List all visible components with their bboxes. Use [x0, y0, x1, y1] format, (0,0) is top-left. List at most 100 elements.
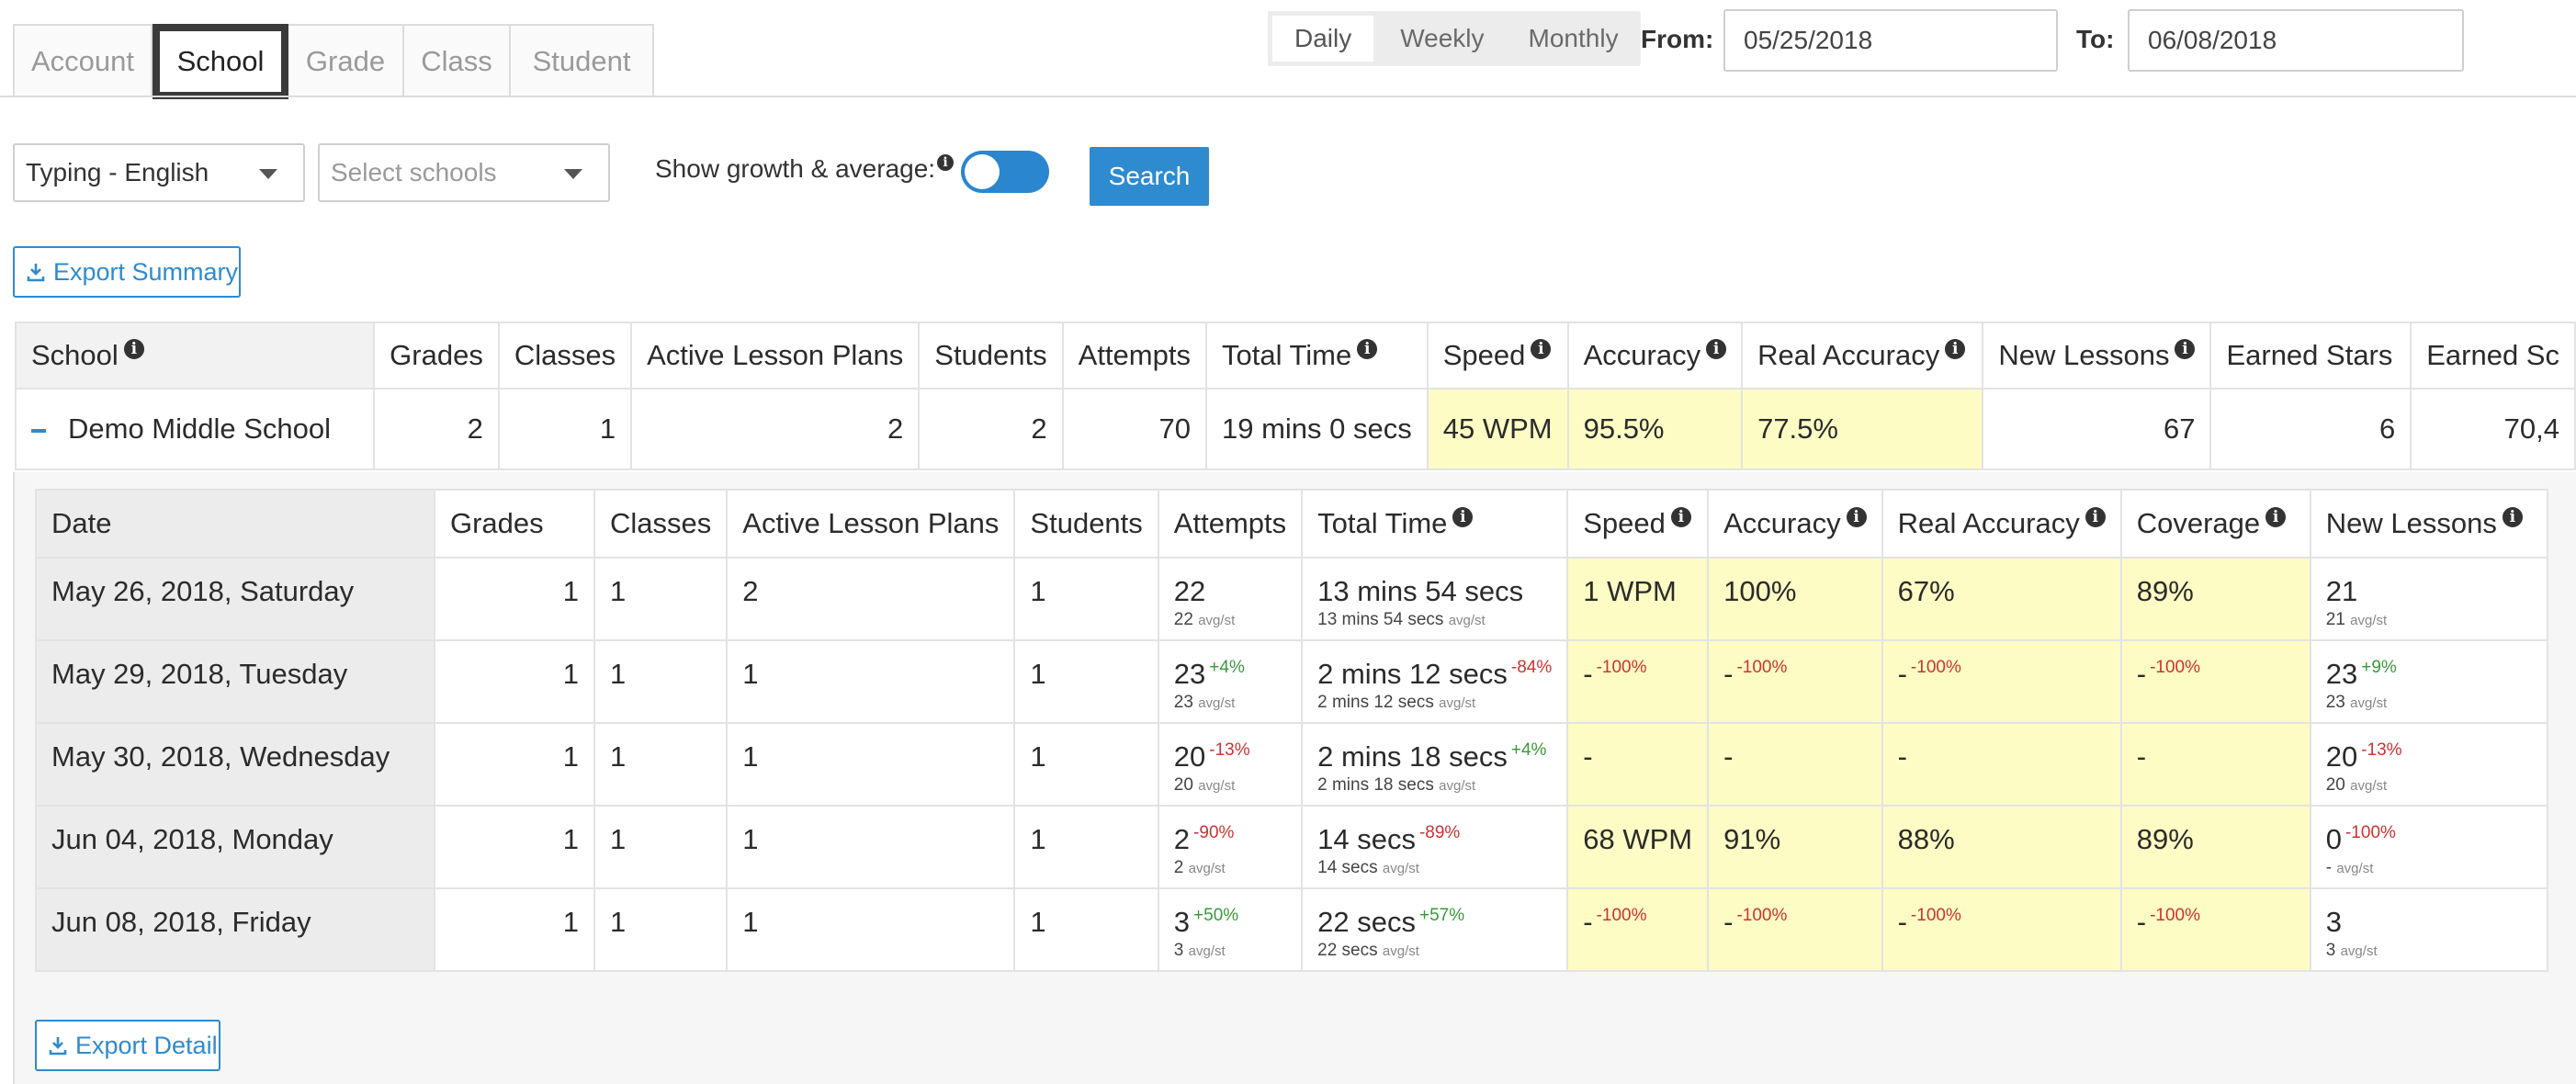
attempts-value: 20 — [1173, 740, 1206, 773]
caret-down-icon — [564, 169, 582, 179]
tab-school[interactable]: School — [153, 24, 288, 99]
col-new-lessons[interactable]: New Lessons i — [1982, 322, 2212, 390]
tab-account[interactable]: Account — [15, 26, 153, 97]
attempts-delta: -13% — [1209, 740, 1250, 760]
speed-value: 1 WPM — [1583, 575, 1677, 607]
speed-cell: 1 WPM — [1566, 557, 1710, 641]
dcol-active-lesson-plans[interactable]: Active Lesson Plans — [726, 489, 1016, 559]
info-icon[interactable]: i — [1670, 507, 1691, 527]
export-summary-button[interactable]: Export Summary — [13, 246, 241, 298]
info-icon[interactable]: i — [2175, 339, 2196, 359]
time-cell: 13 mins 54 secs 13 mins 54 secs avg/st — [1301, 557, 1569, 641]
info-icon[interactable]: i — [1945, 339, 1966, 359]
info-icon[interactable]: i — [2502, 507, 2523, 527]
growth-toggle[interactable] — [961, 151, 1049, 193]
real-accuracy-delta: -100% — [1910, 906, 1961, 925]
coverage-value: 89% — [2136, 575, 2194, 607]
time-avg-value: 2 mins 12 secs — [1317, 693, 1434, 712]
new-lessons-cell: 0 -100% - avg/st — [2309, 805, 2548, 889]
dcol-grades[interactable]: Grades — [434, 489, 595, 559]
export-detail-label: Export Detail — [75, 1031, 218, 1059]
course-select-value: Typing - English — [26, 158, 209, 186]
col-school[interactable]: School i — [14, 322, 376, 390]
students-value: 1 — [1030, 740, 1046, 773]
col-speed[interactable]: Speed i — [1426, 322, 1569, 390]
period-weekly[interactable]: Weekly — [1378, 11, 1506, 66]
date-value: Jun 04, 2018, Monday — [51, 823, 333, 855]
to-date-input[interactable]: 06/08/2018 — [2128, 9, 2464, 72]
col-classes[interactable]: Classes — [497, 322, 633, 390]
info-icon[interactable]: i — [1531, 339, 1552, 359]
real-accuracy-value: 88% — [1897, 823, 1955, 855]
avg-unit: avg/st — [1198, 695, 1236, 711]
real-accuracy-cell: - -100% — [1881, 639, 2122, 724]
dcol-date[interactable]: Date — [35, 489, 435, 559]
from-date-input[interactable]: 05/25/2018 — [1723, 9, 2058, 72]
speed-cell: - -100% — [1566, 887, 1710, 972]
students-value: 1 — [1030, 658, 1046, 690]
dcol-speed[interactable]: Speed i — [1566, 489, 1710, 559]
info-icon[interactable]: i — [937, 154, 955, 171]
info-icon[interactable]: i — [1357, 339, 1378, 359]
col-earned-score[interactable]: Earned Sc — [2410, 322, 2576, 390]
col-grades[interactable]: Grades — [373, 322, 500, 390]
speed-value: - — [1583, 740, 1593, 773]
info-icon[interactable]: i — [1706, 339, 1727, 359]
accuracy-value: - — [1723, 906, 1734, 938]
time-value: 2 mins 18 secs — [1317, 740, 1508, 773]
info-icon[interactable]: i — [123, 339, 144, 359]
dcol-coverage[interactable]: Coverage i — [2119, 489, 2311, 559]
col-real-accuracy[interactable]: Real Accuracy i — [1741, 322, 1984, 390]
col-attempts[interactable]: Attempts — [1061, 322, 1207, 390]
col-earned-stars[interactable]: Earned Stars — [2209, 322, 2412, 390]
coverage-cell: - -100% — [2119, 887, 2311, 972]
period-monthly[interactable]: Monthly — [1507, 11, 1641, 66]
school-cell[interactable]: Demo Middle School — [14, 388, 376, 470]
info-icon[interactable]: i — [2085, 507, 2106, 527]
avg-unit: avg/st — [2336, 861, 2374, 876]
avg-unit: avg/st — [2350, 778, 2388, 794]
tab-student[interactable]: Student — [511, 26, 652, 97]
col-active-lesson-plans[interactable]: Active Lesson Plans — [630, 322, 921, 390]
dcol-students[interactable]: Students — [1013, 489, 1159, 559]
schools-select[interactable]: Select schools — [318, 143, 610, 202]
info-icon[interactable]: i — [1846, 507, 1867, 527]
students-cell: 1 — [1013, 887, 1159, 972]
dcol-accuracy[interactable]: Accuracy i — [1707, 489, 1883, 559]
lessons-delta: -100% — [2344, 823, 2396, 842]
lessons-value: 21 — [2325, 575, 2358, 607]
time-avg-value: 2 mins 18 secs — [1317, 775, 1434, 795]
classes-cell: 1 — [593, 722, 729, 807]
time-avg-value: 13 mins 54 secs — [1317, 610, 1444, 629]
plans-cell: 2 — [726, 557, 1016, 641]
export-detail-button[interactable]: Export Detail — [35, 1020, 220, 1071]
search-button[interactable]: Search — [1090, 147, 1209, 206]
export-summary-label: Export Summary — [53, 257, 239, 286]
plans-cell: 1 — [726, 722, 1016, 807]
attempts-cell: 22 22 avg/st — [1157, 557, 1304, 641]
dcol-classes[interactable]: Classes — [593, 489, 729, 559]
grades-value: 1 — [562, 823, 579, 855]
tab-grade[interactable]: Grade — [288, 26, 404, 97]
col-total-time[interactable]: Total Time i — [1204, 322, 1429, 390]
dcol-total-time-label: Total Time — [1317, 507, 1448, 539]
course-select[interactable]: Typing - English — [13, 143, 305, 202]
minus-icon[interactable] — [31, 428, 46, 433]
plans-cell: 1 — [726, 805, 1016, 889]
tab-class[interactable]: Class — [404, 26, 511, 97]
time-avg: 14 secs avg/st — [1317, 858, 1552, 878]
dcol-attempts[interactable]: Attempts — [1157, 489, 1304, 559]
info-icon[interactable]: i — [1452, 507, 1474, 527]
new-lessons-cell: 20 -13% 20 avg/st — [2309, 722, 2548, 807]
dcol-total-time[interactable]: Total Time i — [1301, 489, 1569, 559]
col-accuracy[interactable]: Accuracy i — [1566, 322, 1744, 390]
dcol-real-accuracy[interactable]: Real Accuracy i — [1881, 489, 2122, 559]
avg-unit: avg/st — [1439, 695, 1476, 711]
col-students[interactable]: Students — [918, 322, 1064, 390]
period-daily[interactable]: Daily — [1268, 11, 1379, 66]
col-speed-label: Speed — [1442, 339, 1526, 371]
dcol-new-lessons[interactable]: New Lessons i — [2309, 489, 2548, 559]
attempts-avg: 23 avg/st — [1174, 693, 1286, 713]
info-icon[interactable]: i — [2265, 507, 2287, 527]
coverage-cell: 89% — [2119, 805, 2311, 889]
